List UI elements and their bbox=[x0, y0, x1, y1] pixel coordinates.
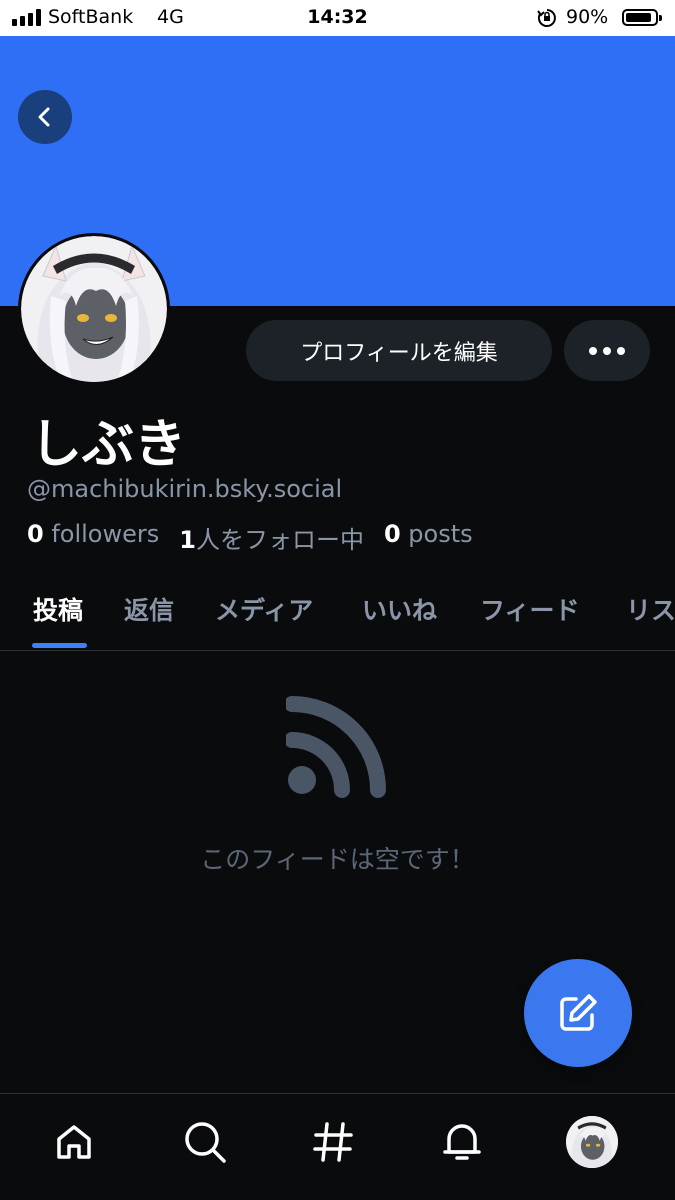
bottom-navigation bbox=[0, 1093, 675, 1200]
tab-feeds[interactable]: フィード bbox=[480, 591, 580, 627]
more-options-button[interactable] bbox=[564, 320, 650, 381]
followers-count: 0 bbox=[27, 520, 44, 548]
nav-home[interactable] bbox=[44, 1112, 104, 1172]
following-stat[interactable]: 1人をフォロー中 bbox=[179, 520, 364, 555]
chevron-left-icon bbox=[38, 107, 50, 127]
user-handle: @machibukirin.bsky.social bbox=[27, 475, 343, 503]
nav-search[interactable] bbox=[175, 1112, 235, 1172]
followers-stat[interactable]: 0 followers bbox=[27, 520, 159, 555]
search-icon bbox=[185, 1122, 226, 1163]
nav-profile[interactable] bbox=[562, 1112, 622, 1172]
edit-profile-button[interactable]: プロフィールを編集 bbox=[246, 320, 552, 381]
following-count: 1 bbox=[179, 526, 196, 554]
tab-lists[interactable]: リスト bbox=[626, 591, 675, 627]
empty-feed-message: このフィードは空です！ bbox=[200, 845, 475, 874]
posts-count: 0 bbox=[383, 520, 401, 548]
battery-percent: 90% bbox=[566, 6, 609, 28]
profile-stats: 0 followers 1人をフォロー中 0 posts bbox=[27, 520, 493, 555]
active-tab-indicator bbox=[32, 643, 87, 648]
tab-media[interactable]: メディア bbox=[215, 591, 313, 627]
profile-avatar bbox=[566, 1116, 618, 1168]
followers-label: followers bbox=[43, 520, 160, 548]
avatar[interactable] bbox=[18, 233, 170, 385]
back-button[interactable] bbox=[18, 90, 72, 144]
following-label: 人をフォロー中 bbox=[195, 526, 364, 554]
status-bar: SoftBank 4G 14:32 90% bbox=[0, 0, 675, 36]
tab-posts[interactable]: 投稿 bbox=[33, 591, 83, 627]
posts-label: posts bbox=[400, 520, 473, 548]
tab-replies[interactable]: 返信 bbox=[124, 591, 174, 627]
tab-likes[interactable]: いいね bbox=[362, 591, 437, 627]
more-icon bbox=[589, 346, 597, 355]
compose-icon bbox=[560, 994, 597, 1031]
profile-tabs: 投稿 返信 メディア いいね フィード リスト bbox=[0, 575, 675, 651]
rss-feed-icon bbox=[286, 696, 386, 798]
nav-notifications[interactable] bbox=[432, 1112, 492, 1172]
posts-stat: 0 posts bbox=[384, 520, 473, 555]
battery-icon bbox=[622, 9, 662, 26]
rotation-lock-icon bbox=[537, 8, 557, 33]
display-name: しぶき bbox=[30, 415, 187, 475]
home-icon bbox=[57, 1125, 91, 1159]
hashtag-icon bbox=[313, 1122, 353, 1162]
bell-icon bbox=[443, 1124, 481, 1160]
compose-button[interactable] bbox=[524, 959, 632, 1067]
nav-feeds[interactable] bbox=[303, 1112, 363, 1172]
